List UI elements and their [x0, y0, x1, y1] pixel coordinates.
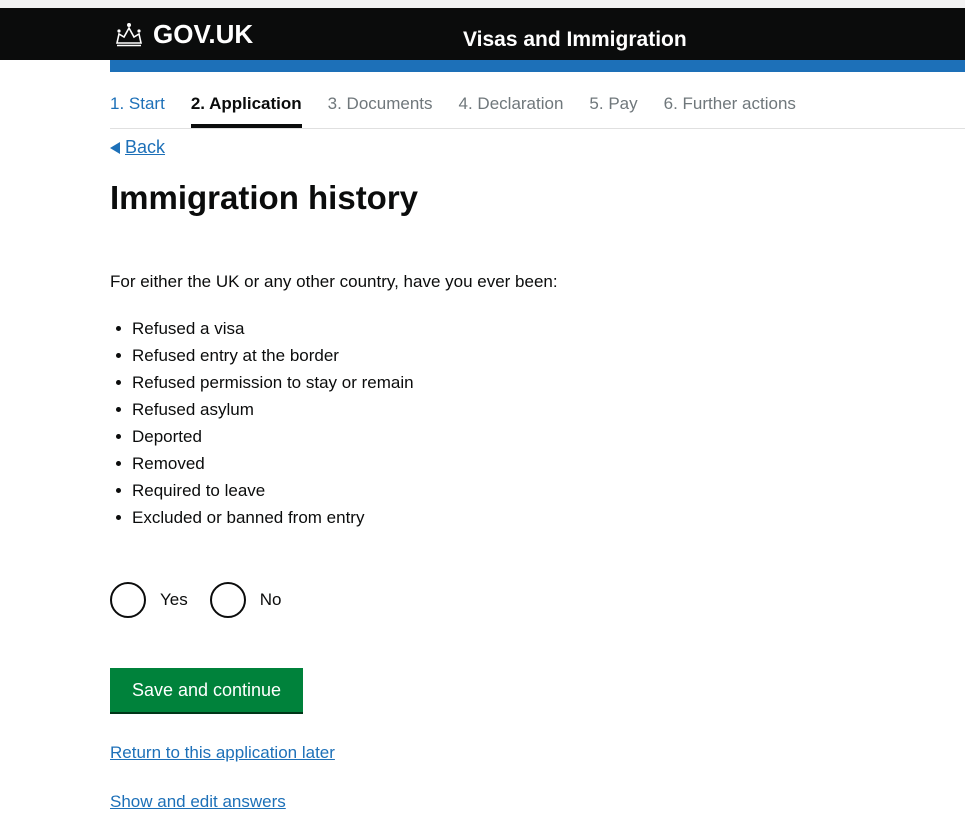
progress-steps: 1. Start 2. Application 3. Documents 4. …: [110, 94, 965, 129]
main-content: 1. Start 2. Application 3. Documents 4. …: [0, 60, 965, 833]
radio-no-label[interactable]: No: [260, 590, 282, 610]
reasons-list: Refused a visa Refused entry at the bord…: [110, 315, 414, 531]
back-link[interactable]: Back: [110, 137, 165, 158]
list-item: Refused a visa: [116, 315, 414, 342]
step-further-actions: 6. Further actions: [663, 94, 796, 113]
header-accent-bar: [110, 60, 965, 72]
show-answers-link[interactable]: Show and edit answers: [110, 792, 286, 812]
back-arrow-icon: [110, 141, 120, 154]
radio-yes[interactable]: Yes: [110, 582, 188, 618]
radio-no[interactable]: No: [209, 582, 282, 618]
question-intro: For either the UK or any other country, …: [110, 272, 558, 291]
govuk-logo[interactable]: GOV.UK: [113, 21, 253, 47]
step-documents: 3. Documents: [327, 94, 433, 113]
list-item: Refused permission to stay or remain: [116, 369, 414, 396]
radio-circle-yes[interactable]: [110, 582, 146, 618]
step-declaration: 4. Declaration: [458, 94, 564, 113]
radio-circle-no[interactable]: [209, 582, 246, 618]
service-name[interactable]: Visas and Immigration: [463, 28, 687, 52]
return-later-link[interactable]: Return to this application later: [110, 743, 335, 763]
list-item: Refused entry at the border: [116, 342, 414, 369]
header-bar: GOV.UK Visas and Immigration: [0, 8, 965, 60]
step-start[interactable]: 1. Start: [110, 94, 165, 128]
back-link-label: Back: [125, 137, 166, 157]
step-pay: 5. Pay: [589, 94, 638, 113]
list-item: Refused asylum: [116, 396, 414, 423]
step-application: 2. Application: [190, 94, 302, 128]
yes-no-radio-group: Yes No: [110, 582, 303, 618]
list-item: Removed: [116, 450, 414, 477]
save-and-continue-button[interactable]: Save and continue: [110, 668, 303, 712]
list-item: Deported: [116, 423, 414, 450]
page-title: Immigration history: [110, 179, 419, 216]
radio-yes-label[interactable]: Yes: [160, 590, 188, 610]
crown-icon: [116, 23, 142, 47]
logo-text: GOV.UK: [153, 19, 254, 49]
list-item: Required to leave: [116, 477, 414, 504]
list-item: Excluded or banned from entry: [116, 504, 414, 531]
